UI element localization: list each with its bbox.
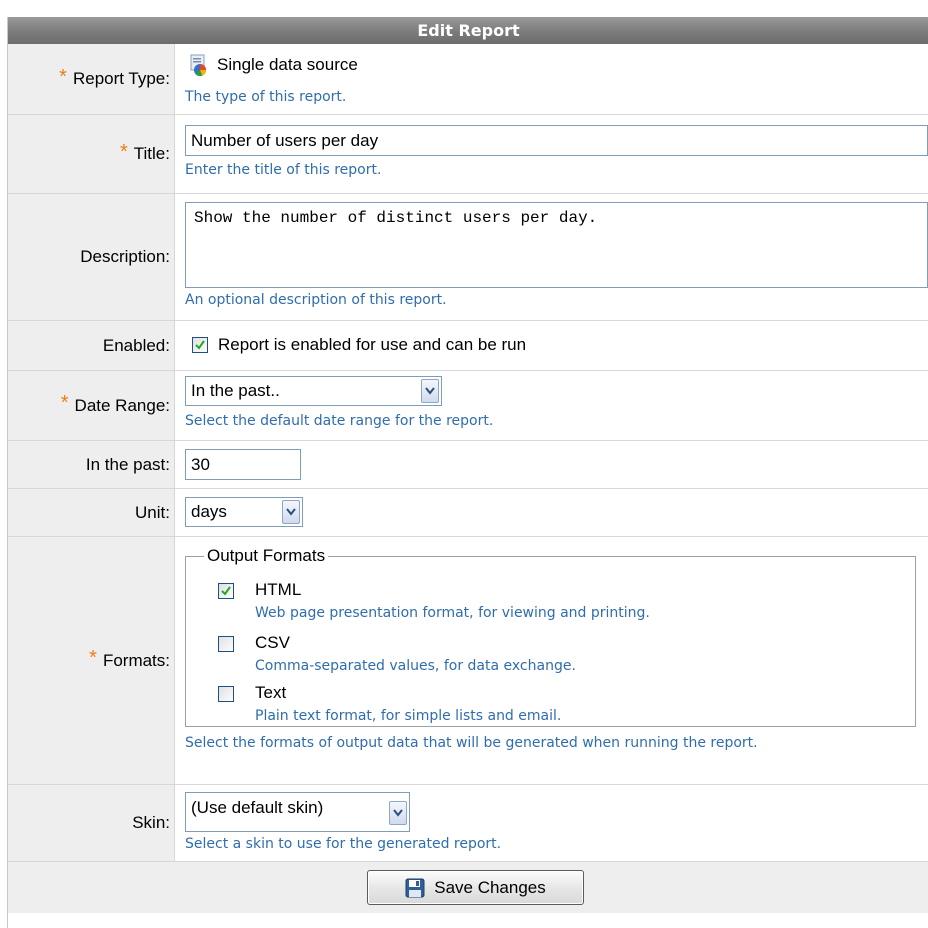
enabled-row: Enabled: Report is enabled for use and c… — [8, 321, 928, 371]
formats-row: * Formats: Output Formats HTML Web page … — [8, 537, 928, 785]
formats-label: Formats: — [102, 650, 170, 670]
in-the-past-label: In the past: — [85, 454, 170, 474]
edit-report-form: Edit Report * Report Type: Single data s… — [7, 17, 928, 928]
title-label-cell: * Title: — [8, 115, 175, 193]
floppy-disk-icon — [405, 878, 425, 897]
in-the-past-value-cell: 30 — [175, 441, 928, 488]
skin-select[interactable]: (Use default skin) — [185, 792, 410, 832]
report-type-value-cell: Single data source The type of this repo… — [175, 44, 928, 114]
description-textarea[interactable]: Show the number of distinct users per da… — [185, 202, 928, 288]
skin-selected: (Use default skin) — [191, 798, 324, 817]
title-label: Title: — [133, 144, 170, 163]
format-name-csv[interactable]: CSV — [255, 633, 290, 653]
format-checkbox-html[interactable] — [218, 583, 234, 599]
format-desc-text: Plain text format, for simple lists and … — [255, 708, 562, 724]
date-range-label: Date Range: — [74, 395, 170, 415]
report-type-label-cell: * Report Type: — [8, 44, 175, 114]
description-label-cell: Description: — [8, 194, 175, 320]
title-row: * Title: Number of users per day Enter t… — [8, 115, 928, 194]
report-type-row: * Report Type: Single data source The ty… — [8, 44, 928, 115]
output-formats-fieldset: Output Formats HTML Web page presentatio… — [185, 546, 916, 727]
enabled-value-cell: Report is enabled for use and can be run — [175, 321, 928, 370]
save-changes-button[interactable]: Save Changes — [367, 870, 584, 905]
title-input[interactable]: Number of users per day — [185, 125, 928, 156]
enabled-checkbox-label[interactable]: Report is enabled for use and can be run — [218, 335, 526, 355]
required-marker: * — [59, 65, 67, 88]
chevron-down-icon[interactable] — [421, 379, 439, 403]
report-type-label: Report Type: — [72, 69, 170, 88]
format-desc-html: Web page presentation format, for viewin… — [255, 605, 650, 621]
enabled-checkbox[interactable] — [192, 337, 208, 353]
enabled-label-cell: Enabled: — [8, 321, 175, 370]
format-desc-csv: Comma-separated values, for data exchang… — [255, 658, 576, 674]
title-value-cell: Number of users per day Enter the title … — [175, 115, 928, 193]
skin-label: Skin: — [132, 813, 170, 832]
skin-value-cell: (Use default skin) Select a skin to use … — [175, 785, 928, 861]
date-range-select[interactable]: In the past.. — [185, 376, 442, 406]
checkmark-icon — [195, 340, 205, 350]
in-the-past-row: In the past: 30 — [8, 441, 928, 489]
description-value-cell: Show the number of distinct users per da… — [175, 194, 928, 320]
formats-hint: Select the formats of output data that w… — [185, 735, 758, 751]
required-marker: * — [60, 392, 69, 414]
unit-select[interactable]: days — [185, 497, 303, 527]
date-range-hint: Select the default date range for the re… — [185, 413, 494, 429]
date-range-label-cell: * Date Range: — [8, 371, 175, 440]
date-range-row: * Date Range: In the past.. Select the d… — [8, 371, 928, 441]
save-changes-label: Save Changes — [434, 877, 546, 897]
unit-value-cell: days — [175, 489, 928, 536]
form-header: Edit Report — [8, 17, 928, 44]
report-type-value: Single data source — [217, 55, 358, 74]
form-footer: Save Changes — [8, 862, 928, 913]
enabled-label: Enabled: — [102, 335, 170, 355]
chevron-down-icon[interactable] — [389, 801, 407, 825]
in-the-past-input[interactable]: 30 — [185, 449, 301, 480]
skin-label-cell: Skin: — [8, 785, 175, 861]
date-range-value-cell: In the past.. Select the default date ra… — [175, 371, 928, 440]
database-report-icon — [189, 54, 211, 78]
format-name-html[interactable]: HTML — [255, 580, 301, 600]
unit-selected: days — [191, 502, 227, 521]
date-range-selected: In the past.. — [191, 381, 280, 400]
formats-value-cell: Output Formats HTML Web page presentatio… — [175, 537, 928, 784]
in-the-past-label-cell: In the past: — [8, 441, 175, 488]
chevron-down-icon[interactable] — [282, 500, 300, 524]
skin-row: Skin: (Use default skin) Select a skin t… — [8, 785, 928, 862]
required-marker: * — [119, 140, 128, 163]
unit-label: Unit: — [135, 502, 170, 522]
unit-row: Unit: days — [8, 489, 928, 537]
skin-hint: Select a skin to use for the generated r… — [185, 836, 502, 852]
description-hint: An optional description of this report. — [185, 292, 447, 308]
output-formats-legend: Output Formats — [204, 546, 329, 566]
format-name-text[interactable]: Text — [255, 683, 286, 703]
title-hint: Enter the title of this report. — [185, 162, 382, 178]
description-row: Description: Show the number of distinct… — [8, 194, 928, 321]
checkmark-icon — [221, 586, 231, 596]
report-type-hint: The type of this report. — [185, 89, 347, 105]
description-label: Description: — [80, 247, 170, 266]
format-checkbox-text[interactable] — [218, 686, 234, 702]
unit-label-cell: Unit: — [8, 489, 175, 536]
format-checkbox-csv[interactable] — [218, 636, 234, 652]
formats-label-cell: * Formats: — [8, 537, 175, 784]
required-marker: * — [89, 647, 97, 669]
